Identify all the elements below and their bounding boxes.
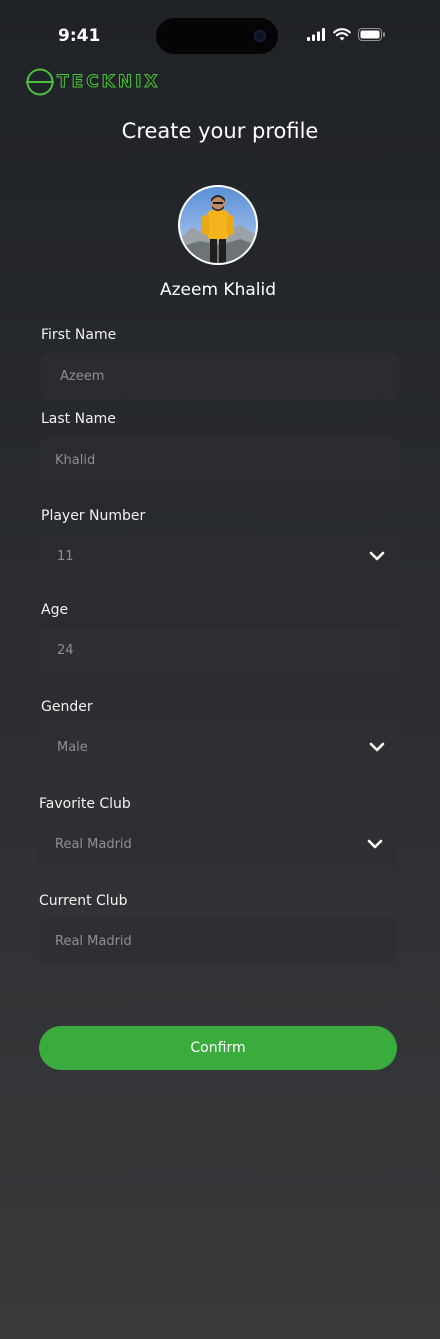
player-number-value: 11 xyxy=(57,548,74,564)
favorite-club-select[interactable]: Real Madrid xyxy=(39,821,397,867)
page-title: Create your profile xyxy=(121,119,319,143)
profile-name: Azeem Khalid xyxy=(159,280,276,300)
confirm-button[interactable]: Confirm xyxy=(39,1026,397,1070)
chevron-down-icon[interactable] xyxy=(369,548,385,564)
player-number-label: Player Number xyxy=(41,508,146,524)
gender-label: Gender xyxy=(41,699,93,715)
current-club-value: Real Madrid xyxy=(55,933,132,949)
last-name-label: Last Name xyxy=(41,411,116,427)
current-club-field[interactable]: Real Madrid xyxy=(39,918,397,964)
first-name-field[interactable]: Azeem xyxy=(41,353,399,399)
favorite-club-value: Real Madrid xyxy=(55,836,132,852)
avatar[interactable] xyxy=(178,185,258,265)
chevron-down-icon[interactable] xyxy=(367,836,383,852)
status-bar: 9:41 xyxy=(0,0,440,72)
dynamic-island xyxy=(156,18,278,54)
age-value: 24 xyxy=(57,642,74,658)
favorite-club-label: Favorite Club xyxy=(39,796,131,812)
camera-icon xyxy=(254,30,266,42)
logo-icon xyxy=(26,68,54,96)
logo-text: TECKNIX xyxy=(57,72,161,93)
status-icons xyxy=(307,28,386,41)
first-name-label: First Name xyxy=(41,327,117,343)
wifi-icon xyxy=(333,28,351,41)
app-logo: TECKNIX xyxy=(25,67,161,97)
battery-icon xyxy=(358,28,385,41)
profile-photo xyxy=(180,187,256,263)
age-field[interactable]: 24 xyxy=(41,627,399,673)
gender-select[interactable]: Male xyxy=(41,724,399,770)
signal-icon xyxy=(307,28,325,41)
player-number-select[interactable]: 11 xyxy=(41,533,399,579)
age-label: Age xyxy=(41,602,69,618)
last-name-value: Khalid xyxy=(55,452,96,468)
first-name-value: Azeem xyxy=(60,368,105,384)
chevron-down-icon[interactable] xyxy=(369,739,385,755)
current-club-label: Current Club xyxy=(39,893,128,909)
last-name-field[interactable]: Khalid xyxy=(41,437,399,483)
gender-value: Male xyxy=(57,739,88,755)
status-time: 9:41 xyxy=(58,26,101,46)
